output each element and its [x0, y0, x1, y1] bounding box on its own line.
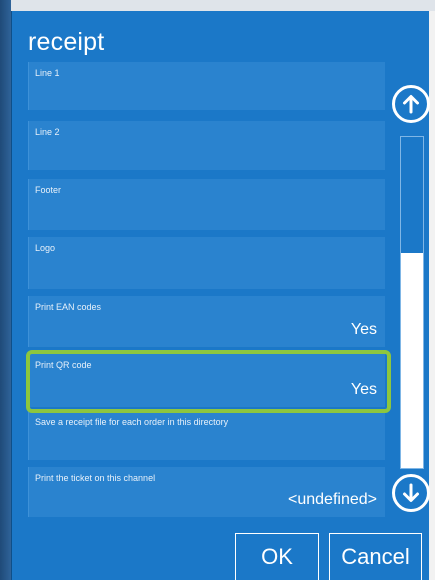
- field-receipt-directory[interactable]: Save a receipt file for each order in th…: [28, 411, 385, 460]
- field-footer[interactable]: Footer: [28, 179, 385, 230]
- field-value: Yes: [350, 381, 377, 398]
- arrow-up-circle-icon: [403, 95, 419, 114]
- background-left-edge: [0, 0, 11, 580]
- scroll-up-button[interactable]: [392, 85, 430, 123]
- field-logo[interactable]: Logo: [28, 237, 385, 289]
- scrollbar-thumb[interactable]: [401, 252, 423, 468]
- field-label: Footer: [35, 185, 62, 195]
- ok-button[interactable]: OK: [235, 533, 319, 581]
- dialog-title: receipt: [28, 28, 105, 56]
- field-label: Save a receipt file for each order in th…: [35, 417, 229, 427]
- field-label: Print EAN codes: [35, 302, 102, 312]
- field-print-qr-code[interactable]: Print QR code Yes: [28, 354, 385, 407]
- field-label: Print QR code: [35, 360, 92, 370]
- background-top-edge: [0, 0, 435, 11]
- field-label: Logo: [35, 243, 56, 253]
- app-window: receipt Line 1 Line 2 Footer Logo Print …: [0, 0, 435, 581]
- field-value: <undefined>: [288, 491, 377, 508]
- field-label: Line 2: [35, 127, 60, 137]
- receipt-dialog: receipt Line 1 Line 2 Footer Logo Print …: [11, 11, 430, 581]
- field-ticket-channel[interactable]: Print the ticket on this channel <undefi…: [28, 467, 385, 517]
- field-line-2[interactable]: Line 2: [28, 121, 385, 170]
- arrow-down-circle-icon: [403, 483, 419, 502]
- cancel-button[interactable]: Cancel: [329, 533, 422, 581]
- field-value: Yes: [350, 321, 377, 338]
- field-print-ean-codes[interactable]: Print EAN codes Yes: [28, 296, 385, 347]
- field-label: Line 1: [35, 68, 60, 78]
- scroll-down-button[interactable]: [392, 474, 430, 512]
- scrollbar-track[interactable]: [400, 136, 424, 469]
- field-line-1[interactable]: Line 1: [28, 62, 385, 110]
- field-label: Print the ticket on this channel: [35, 473, 156, 483]
